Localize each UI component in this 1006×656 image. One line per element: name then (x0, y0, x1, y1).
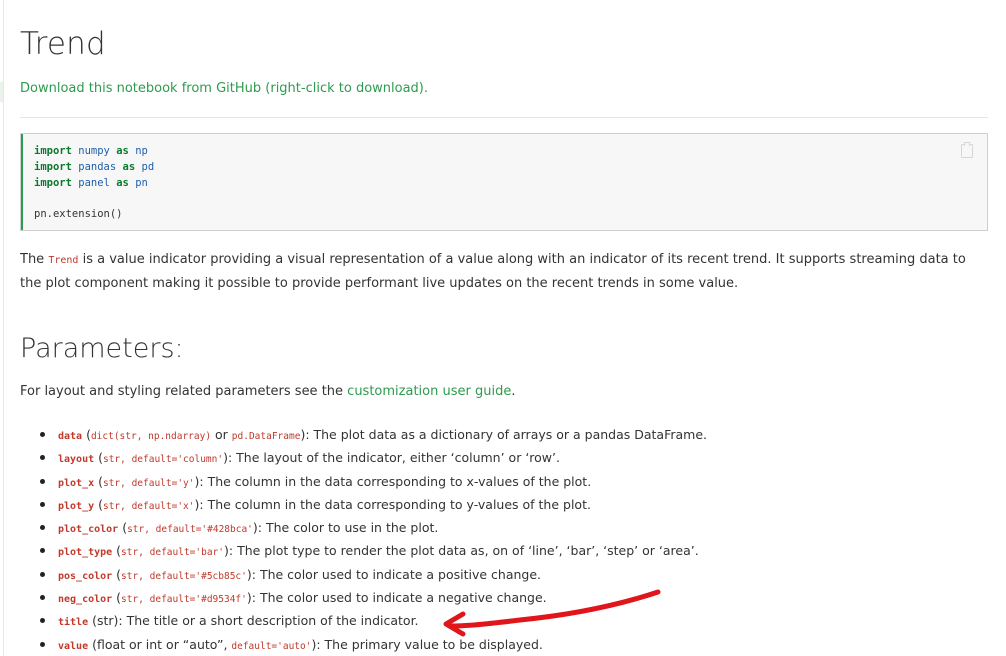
code-line-2: import pandas as pd (34, 160, 155, 173)
intro-paragraph: The Trend is a value indicator providing… (20, 252, 966, 291)
trend-inline-code: Trend (48, 255, 79, 266)
code-line-3: import panel as pn (34, 176, 148, 189)
layout-paragraph: For layout and styling related parameter… (20, 384, 516, 399)
parameter-list: data (dict(str, np.ndarray) or pd.DataFr… (20, 423, 960, 656)
param-item-neg-color: neg_color (str, default='#d9534f'): The … (20, 586, 960, 609)
bullet-icon (40, 641, 45, 647)
bullet-icon (40, 432, 45, 437)
param-item-pos-color: pos_color (str, default='#5cb85c'): The … (20, 563, 960, 586)
param-item-plot-x: plot_x (str, default='y'): The column in… (20, 470, 960, 493)
bullet-icon (40, 571, 45, 577)
download-notebook-link[interactable]: Download this notebook from GitHub (righ… (20, 81, 428, 96)
code-cell-active-bar (21, 134, 23, 230)
param-item-layout: layout (str, default='column'): The layo… (20, 446, 960, 469)
code-line-extension: pn.extension() (34, 208, 123, 221)
divider (20, 117, 988, 118)
param-item-title: title (str): The title or a short descri… (20, 609, 960, 632)
code-line-1: import numpy as np (34, 145, 148, 157)
bullet-icon (40, 455, 45, 461)
param-item-value: value (float or int or “auto”, default='… (20, 633, 960, 656)
bullet-icon (40, 501, 45, 507)
bullet-icon (40, 525, 45, 531)
left-gutter-rule (3, 0, 4, 656)
bullet-icon (40, 548, 45, 554)
bullet-icon (40, 595, 45, 601)
page-title: Trend (20, 26, 106, 62)
param-item-data: data (dict(str, np.ndarray) or pd.DataFr… (20, 423, 960, 446)
bullet-icon (40, 478, 45, 484)
customization-guide-link[interactable]: customization user guide (347, 384, 511, 399)
copy-icon[interactable] (961, 142, 973, 158)
code-lines: import numpy as np import pandas as pd i… (34, 144, 154, 223)
param-item-plot-color: plot_color (str, default='#428bca'): The… (20, 516, 960, 539)
parameters-heading: Parameters: (20, 333, 184, 364)
param-item-plot-y: plot_y (str, default='x'): The column in… (20, 493, 960, 516)
left-gutter-mark (0, 82, 3, 102)
param-item-plot-type: plot_type (str, default='bar'): The plot… (20, 539, 960, 562)
bullet-icon (40, 618, 45, 624)
code-cell[interactable]: import numpy as np import pandas as pd i… (20, 133, 988, 231)
